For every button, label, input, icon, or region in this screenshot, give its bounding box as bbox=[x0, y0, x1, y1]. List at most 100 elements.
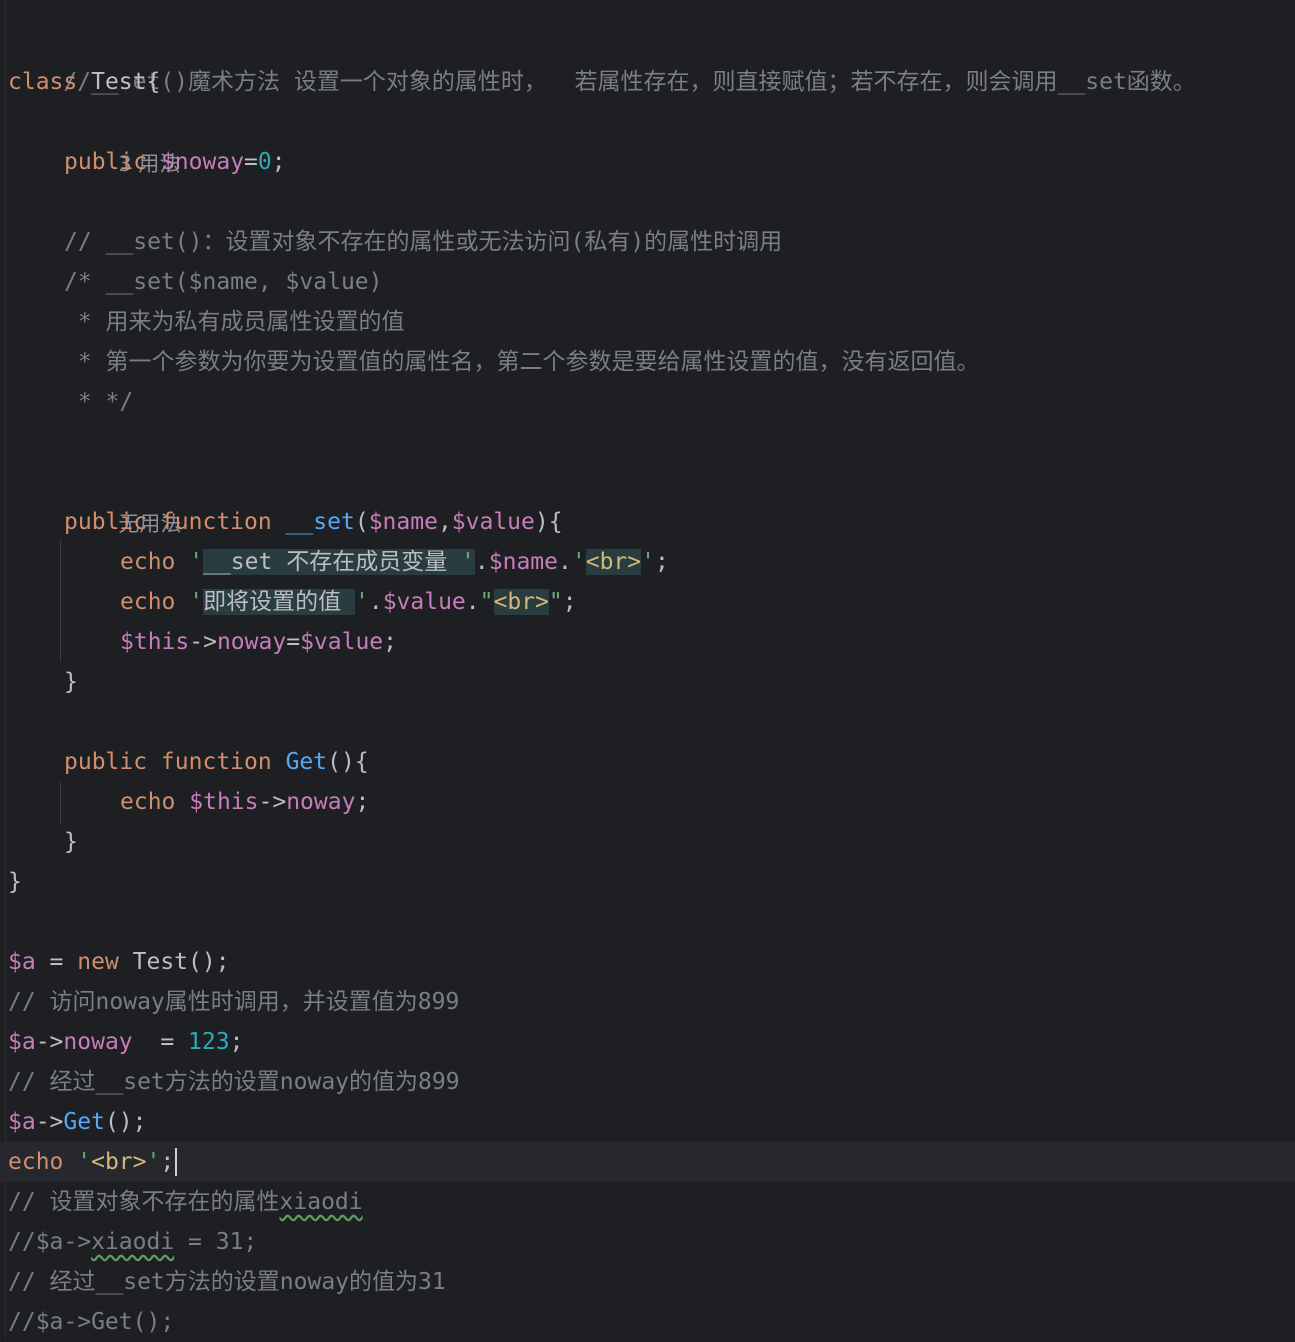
class-name: Test{ bbox=[77, 69, 161, 95]
code-line[interactable]: echo '即将设置的值 '.$value."<br>"; bbox=[0, 582, 1295, 622]
arrow-operator: -> bbox=[35, 1029, 64, 1055]
code-line[interactable]: $this->noway=$value; bbox=[0, 622, 1295, 662]
code-line[interactable]: // 经过__set方法的设置noway的值为899 bbox=[0, 1062, 1295, 1102]
quote: " bbox=[548, 589, 563, 615]
code-line[interactable]: * */ bbox=[0, 382, 1295, 422]
code-line[interactable]: // 设置对象不存在的属性xiaodi bbox=[0, 1182, 1295, 1222]
operator: . bbox=[474, 549, 489, 575]
typo-highlight: xiaodi bbox=[279, 1189, 363, 1215]
html-tag: <br> bbox=[585, 549, 642, 575]
brace: (){ bbox=[327, 749, 369, 775]
paren: ( bbox=[354, 509, 369, 535]
code-line[interactable]: } bbox=[0, 822, 1295, 862]
comment: // 经过__set方法的设置noway的值为31 bbox=[8, 1269, 446, 1295]
operator: = bbox=[244, 149, 258, 175]
code-line[interactable]: $a->Get(); bbox=[0, 1102, 1295, 1142]
function-name: Get bbox=[285, 749, 328, 775]
html-tag: <br> bbox=[493, 589, 549, 615]
usages-hint[interactable]: 无用法 bbox=[0, 464, 1295, 536]
quote: ' bbox=[641, 549, 655, 575]
paren: (); bbox=[104, 1109, 147, 1135]
html-tag: <br> bbox=[91, 1149, 147, 1175]
quote: " bbox=[479, 589, 494, 615]
constructor-call: Test(); bbox=[118, 949, 230, 975]
variable: $a bbox=[8, 949, 36, 975]
usages-hint[interactable]: 3 用法 bbox=[0, 104, 1295, 176]
code-line[interactable]: // 访问noway属性时调用，并设置值为899 bbox=[0, 982, 1295, 1022]
brace: } bbox=[64, 669, 78, 695]
code-line[interactable]: } bbox=[0, 662, 1295, 702]
keyword: echo bbox=[120, 789, 176, 815]
code-line[interactable]: // 经过__set方法的设置noway的值为31 bbox=[0, 1262, 1295, 1302]
string-literal: 即将设置的值 bbox=[203, 589, 355, 615]
operator: . bbox=[558, 549, 572, 575]
code-editor[interactable]: //__set()魔术方法 设置一个对象的属性时， 若属性存在，则直接赋值；若不… bbox=[0, 0, 1295, 1340]
number: 123 bbox=[188, 1029, 230, 1055]
function-name: Get bbox=[63, 1109, 105, 1135]
semicolon: ; bbox=[562, 589, 577, 615]
semicolon: ; bbox=[355, 789, 370, 815]
current-code-line[interactable]: echo '<br>'; bbox=[0, 1142, 1295, 1182]
code-line[interactable]: $a = new Test(); bbox=[0, 942, 1295, 982]
typo-highlight: xiaodi bbox=[91, 1229, 175, 1255]
comma: , bbox=[437, 509, 452, 535]
operator: . bbox=[465, 589, 480, 615]
property: noway bbox=[286, 789, 356, 815]
variable: $value bbox=[451, 509, 535, 535]
variable: $this bbox=[120, 629, 190, 655]
function-name: __set bbox=[285, 509, 355, 535]
comment: // 设置对象不存在的属性 bbox=[8, 1189, 280, 1215]
property: noway bbox=[216, 629, 287, 655]
keyword: new bbox=[77, 949, 119, 975]
code-line[interactable]: } bbox=[0, 862, 1295, 902]
code-line[interactable]: class Test{ bbox=[0, 62, 1295, 102]
comment: // __set()：设置对象不存在的属性或无法访问(私有)的属性时调用 bbox=[64, 229, 783, 255]
code-line[interactable]: // __set()：设置对象不存在的属性或无法访问(私有)的属性时调用 bbox=[0, 222, 1295, 262]
variable: $this bbox=[189, 789, 259, 815]
brace: ){ bbox=[534, 509, 563, 535]
semicolon: ; bbox=[271, 149, 286, 175]
code-line[interactable]: //$a->Get(); bbox=[0, 1302, 1295, 1342]
code-line[interactable]: * 第一个参数为你要为设置值的属性名，第二个参数是要给属性设置的值，没有返回值。 bbox=[0, 342, 1295, 382]
quote: ' bbox=[189, 549, 204, 575]
comment: //$a-> bbox=[8, 1229, 92, 1255]
brace: } bbox=[8, 869, 22, 895]
variable: $name bbox=[368, 509, 438, 535]
brace: } bbox=[64, 829, 78, 855]
code-line[interactable]: //__set()魔术方法 设置一个对象的属性时， 若属性存在，则直接赋值；若不… bbox=[0, 22, 1295, 95]
operator: = bbox=[35, 949, 78, 975]
keyword: public function bbox=[64, 749, 272, 775]
number: 0 bbox=[257, 149, 272, 175]
code-line[interactable]: //$a->xiaodi = 31; bbox=[0, 1222, 1295, 1262]
quote: ' bbox=[571, 549, 586, 575]
code-line[interactable]: * 用来为私有成员属性设置的值 bbox=[0, 302, 1295, 342]
comment: * 第一个参数为你要为设置值的属性名，第二个参数是要给属性设置的值，没有返回值。 bbox=[64, 349, 980, 375]
operator: = bbox=[132, 1029, 189, 1055]
code-line[interactable]: $a->noway = 123; bbox=[0, 1022, 1295, 1062]
comment: // 访问noway属性时调用，并设置值为899 bbox=[8, 989, 460, 1015]
text-caret bbox=[175, 1148, 177, 1176]
quote: ' bbox=[461, 549, 475, 575]
quote: ' bbox=[189, 589, 204, 615]
comment: * 用来为私有成员属性设置的值 bbox=[64, 309, 405, 335]
quote: ' bbox=[77, 1149, 92, 1175]
code-line[interactable]: public function Get(){ bbox=[0, 742, 1295, 782]
comment: //$a->Get(); bbox=[8, 1309, 175, 1335]
keyword: public bbox=[64, 149, 148, 175]
semicolon: ; bbox=[383, 629, 398, 655]
keyword: echo bbox=[120, 549, 176, 575]
code-line[interactable]: public function __set($name,$value){ bbox=[0, 502, 1295, 542]
keyword: public function bbox=[64, 509, 272, 535]
code-line[interactable]: echo $this->noway; bbox=[0, 782, 1295, 822]
operator: . bbox=[368, 589, 383, 615]
variable: $a bbox=[8, 1109, 36, 1135]
code-line[interactable]: /* __set($name, $value) bbox=[0, 262, 1295, 302]
arrow-operator: -> bbox=[258, 789, 287, 815]
comment: * */ bbox=[64, 389, 134, 415]
code-line[interactable]: echo '__set 不存在成员变量 '.$name.'<br>'; bbox=[0, 542, 1295, 582]
code-line[interactable]: public $noway=0; bbox=[0, 142, 1295, 182]
variable: $noway bbox=[160, 149, 245, 175]
quote: ' bbox=[354, 589, 369, 615]
quote: ' bbox=[146, 1149, 161, 1175]
arrow-operator: -> bbox=[189, 629, 217, 655]
